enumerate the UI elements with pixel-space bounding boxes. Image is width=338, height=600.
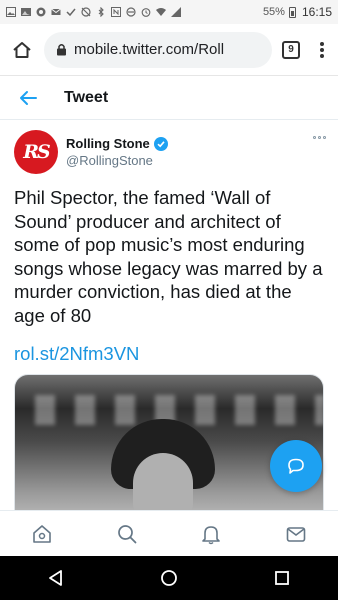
status-bar: 55% 16:15 bbox=[0, 0, 338, 24]
home-icon bbox=[33, 524, 52, 543]
screen: 55% 16:15 mobile.twitter.com/Roll 9 Twee… bbox=[0, 0, 338, 600]
alarm-icon bbox=[141, 7, 151, 17]
check-icon bbox=[66, 7, 76, 17]
author-info: Rolling Stone @RollingStone bbox=[66, 136, 168, 168]
bottom-navigation bbox=[0, 510, 338, 556]
back-arrow-icon bbox=[20, 90, 37, 105]
notifications-icon bbox=[202, 525, 221, 544]
tweet-author: RS Rolling Stone @RollingStone bbox=[14, 128, 326, 176]
search-icon bbox=[117, 524, 137, 543]
back-triangle-icon bbox=[49, 570, 63, 586]
no-sync-icon bbox=[81, 7, 91, 17]
author-handle[interactable]: @RollingStone bbox=[66, 153, 168, 168]
address-bar[interactable]: mobile.twitter.com/Roll bbox=[44, 31, 272, 68]
lock-icon bbox=[54, 43, 68, 57]
page-header: Tweet bbox=[0, 76, 338, 120]
url-text: mobile.twitter.com/Roll bbox=[74, 41, 225, 58]
more-options-icon[interactable] bbox=[313, 136, 326, 139]
nav-search-button[interactable] bbox=[107, 514, 147, 554]
tweet-link[interactable]: rol.st/2Nfm3VN bbox=[14, 342, 139, 366]
verified-badge-icon bbox=[153, 136, 168, 151]
browser-toolbar: mobile.twitter.com/Roll 9 bbox=[0, 24, 338, 76]
status-right: 55% 16:15 bbox=[263, 5, 332, 19]
nav-messages-button[interactable] bbox=[276, 514, 316, 554]
gallery-icon bbox=[21, 7, 31, 17]
nav-home-button[interactable] bbox=[22, 514, 62, 554]
android-back-button[interactable] bbox=[36, 558, 76, 598]
bluetooth-icon bbox=[96, 7, 106, 17]
browser-menu-icon[interactable] bbox=[314, 39, 330, 61]
battery-icon bbox=[288, 6, 296, 18]
author-name-row: Rolling Stone bbox=[66, 136, 168, 151]
recents-square-icon bbox=[274, 571, 289, 585]
nav-notifications-button[interactable] bbox=[191, 514, 231, 554]
author-name[interactable]: Rolling Stone bbox=[66, 136, 150, 151]
nfc-icon bbox=[111, 7, 121, 17]
tweet-text: Phil Spector, the famed ‘Wall of Sound’ … bbox=[14, 187, 323, 326]
mute-icon bbox=[126, 7, 136, 17]
wifi-icon bbox=[156, 7, 166, 17]
android-home-button[interactable] bbox=[149, 558, 189, 598]
reply-bubble-icon bbox=[288, 458, 304, 474]
image-icon bbox=[6, 7, 16, 17]
android-recents-button[interactable] bbox=[262, 558, 302, 598]
signal-icon bbox=[171, 7, 181, 17]
browser-home-button[interactable] bbox=[8, 36, 36, 64]
notification-icons bbox=[6, 7, 181, 17]
tab-switcher-button[interactable]: 9 bbox=[282, 40, 300, 59]
battery-percent: 55% bbox=[262, 6, 285, 18]
mail-icon bbox=[51, 7, 61, 17]
android-navigation-bar bbox=[0, 556, 338, 600]
avatar[interactable]: RS bbox=[14, 130, 58, 174]
messages-icon bbox=[286, 526, 306, 542]
page-title: Tweet bbox=[64, 88, 109, 106]
compose-reply-button[interactable] bbox=[270, 440, 322, 492]
back-button[interactable] bbox=[8, 78, 48, 118]
clock: 16:15 bbox=[301, 5, 332, 19]
home-circle-icon bbox=[161, 570, 177, 586]
chat-icon bbox=[36, 7, 46, 17]
home-outline-icon bbox=[13, 41, 31, 58]
